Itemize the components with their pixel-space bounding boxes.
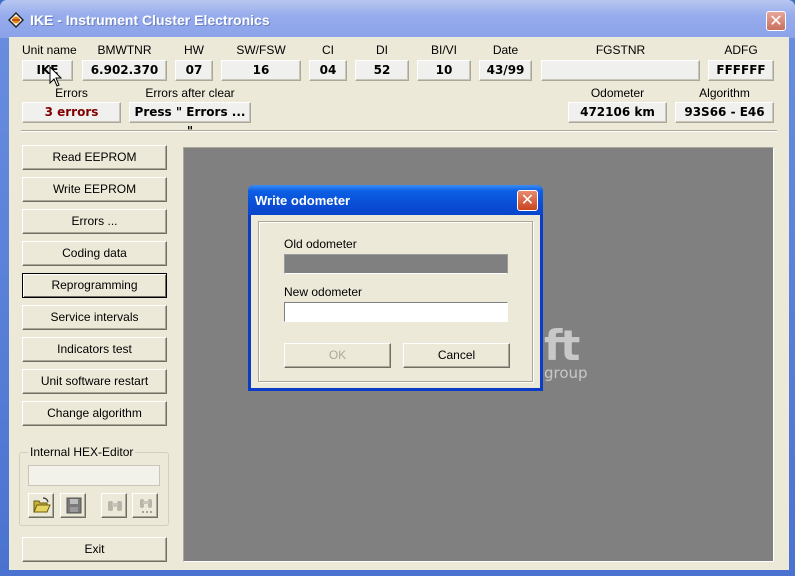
change-algorithm-button[interactable]: Change algorithm: [22, 401, 167, 426]
app-logo-icon: [8, 12, 24, 28]
errors-label: Errors: [55, 86, 88, 100]
fgstnr-label: FGSTNR: [595, 43, 646, 57]
ci-label: CI: [322, 43, 334, 57]
logo-main-text: ft: [544, 321, 580, 370]
algorithm-field: 93S66 - E46: [675, 102, 774, 123]
odometer-field: 472106 km: [568, 102, 667, 123]
open-file-button[interactable]: [28, 493, 54, 518]
errors-field: 3 errors: [22, 102, 121, 123]
sw-fsw-label: SW/FSW: [236, 43, 286, 57]
new-odometer-label: New odometer: [284, 285, 363, 299]
mouse-cursor-icon: [49, 66, 63, 87]
ci-field: 04: [309, 60, 347, 81]
find-binoculars-icon: [108, 501, 122, 511]
write-eeprom-button[interactable]: Write EEPROM: [22, 177, 167, 202]
hex-editor-group: Internal HEX-Editor: [19, 445, 169, 526]
bmwtnr-label: BMWTNR: [97, 43, 152, 57]
dialog-frame: Old odometer New odometer OK Cancel: [258, 221, 533, 382]
old-odometer-label: Old odometer: [284, 237, 357, 251]
find-next-binoculars-icon: [140, 499, 152, 513]
adfg-field: FFFFFF: [708, 60, 774, 81]
exit-button[interactable]: Exit: [22, 537, 167, 562]
dialog-title-bar[interactable]: Write odometer ✕: [248, 185, 543, 215]
hex-editor-label: Internal HEX-Editor: [28, 445, 136, 459]
save-file-button[interactable]: [60, 493, 86, 518]
odometer-label: Odometer: [590, 86, 645, 100]
hex-editor-input[interactable]: [28, 465, 160, 486]
bi-vi-label: BI/VI: [430, 43, 457, 57]
logo-sub-text: group: [544, 364, 588, 382]
open-folder-icon: [33, 497, 51, 513]
window-close-button[interactable]: ✕: [766, 11, 786, 31]
coding-data-button[interactable]: Coding data: [22, 241, 167, 266]
errors-button[interactable]: Errors ...: [22, 209, 167, 234]
errors-after-clear-field: Press " Errors ... ": [129, 102, 251, 138]
di-label: DI: [376, 43, 388, 57]
indicators-test-button[interactable]: Indicators test: [22, 337, 167, 362]
dialog-close-button[interactable]: ✕: [517, 190, 538, 211]
title-bar[interactable]: IKE - Instrument Cluster Electronics ✕: [0, 0, 795, 38]
old-odometer-field: [284, 254, 508, 274]
date-label: Date: [492, 43, 519, 57]
bmwtnr-field: 6.902.370: [82, 60, 167, 81]
ft-group-logo: ft group: [544, 321, 588, 382]
reprogramming-button[interactable]: Reprogramming: [22, 273, 167, 298]
find-button[interactable]: [101, 493, 127, 518]
algorithm-label: Algorithm: [699, 86, 750, 100]
service-intervals-button[interactable]: Service intervals: [22, 305, 167, 330]
main-window: IKE - Instrument Cluster Electronics ✕ U…: [0, 0, 795, 576]
errors-after-clear-label: Errors after clear: [145, 86, 235, 100]
sw-fsw-field: 16: [221, 60, 301, 81]
unit-name-label: Unit name: [22, 43, 77, 57]
unit-name-field: IKE: [22, 60, 73, 81]
window-title: IKE - Instrument Cluster Electronics: [30, 12, 270, 28]
date-field: 43/99: [479, 60, 532, 81]
fgstnr-field: [541, 60, 700, 81]
find-next-button[interactable]: [132, 493, 158, 518]
dialog-body: Old odometer New odometer OK Cancel: [251, 215, 540, 388]
ok-button[interactable]: OK: [284, 343, 391, 368]
hw-label: HW: [184, 43, 204, 57]
hw-field: 07: [175, 60, 213, 81]
unit-software-restart-button[interactable]: Unit software restart: [22, 369, 167, 394]
cancel-button[interactable]: Cancel: [403, 343, 510, 368]
bi-vi-field: 10: [417, 60, 471, 81]
header-separator: [21, 130, 777, 132]
adfg-label: ADFG: [724, 43, 758, 57]
di-field: 52: [355, 60, 409, 81]
read-eeprom-button[interactable]: Read EEPROM: [22, 145, 167, 170]
save-disk-icon: [66, 497, 82, 514]
write-odometer-dialog: Write odometer ✕ Old odometer New odomet…: [248, 185, 543, 391]
dialog-title: Write odometer: [255, 193, 351, 208]
new-odometer-input[interactable]: [284, 302, 508, 322]
